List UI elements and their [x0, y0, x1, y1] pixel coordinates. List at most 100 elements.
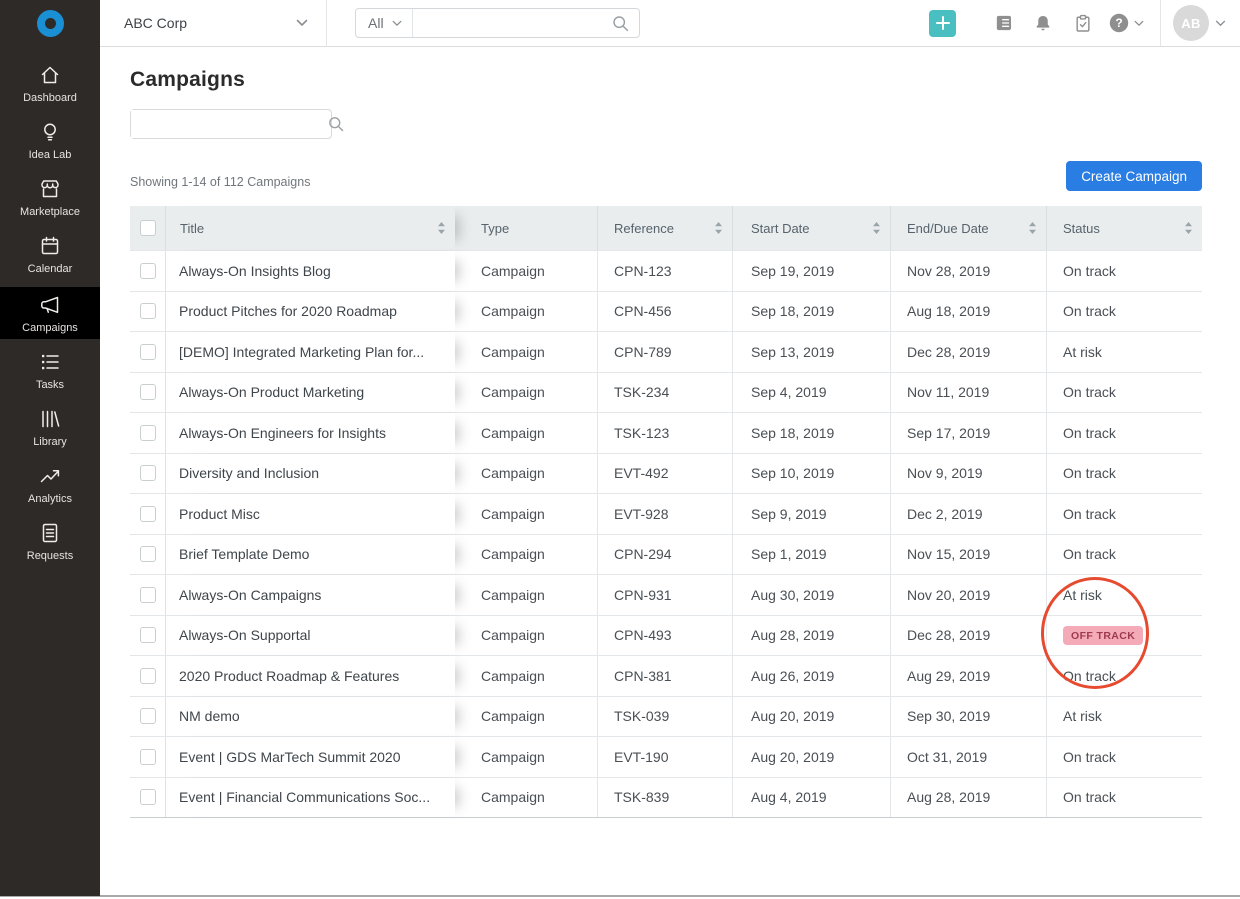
table-row[interactable]: Product MiscCampaignEVT-928Sep 9, 2019De…	[130, 493, 1202, 534]
main-content: Campaigns Showing 1-14 of 112 Campaigns …	[100, 48, 1240, 818]
reference-cell: EVT-492	[597, 454, 732, 494]
app-logo[interactable]	[0, 0, 100, 47]
row-checkbox[interactable]	[140, 708, 156, 724]
start-date-cell: Aug 30, 2019	[732, 575, 890, 615]
sidebar-item-label: Marketplace	[20, 206, 80, 218]
table-row[interactable]: Event | Financial Communications Soc...C…	[130, 777, 1202, 818]
table-row[interactable]: Always-On SupportalCampaignCPN-493Aug 28…	[130, 615, 1202, 656]
table-row[interactable]: Brief Template DemoCampaignCPN-294Sep 1,…	[130, 534, 1202, 575]
org-switcher[interactable]: ABC Corp	[100, 0, 327, 47]
row-checkbox[interactable]	[140, 587, 156, 603]
sidebar-item-calendar[interactable]: Calendar	[0, 230, 100, 278]
sidebar-item-marketplace[interactable]: Marketplace	[0, 173, 100, 221]
row-checkbox[interactable]	[140, 668, 156, 684]
reference-cell: EVT-190	[597, 737, 732, 777]
row-checkbox[interactable]	[140, 384, 156, 400]
title-cell: Event | Financial Communications Soc...	[166, 778, 455, 818]
sidebar-item-label: Dashboard	[23, 92, 77, 104]
table-row[interactable]: 2020 Product Roadmap & FeaturesCampaignC…	[130, 655, 1202, 696]
sidebar-item-idealab[interactable]: Idea Lab	[0, 116, 100, 164]
help-menu[interactable]: ?	[1103, 0, 1160, 46]
org-name: ABC Corp	[124, 15, 296, 31]
global-search-input[interactable]	[413, 9, 611, 37]
column-header-ref[interactable]: Reference	[597, 206, 732, 250]
type-cell: Campaign	[455, 413, 597, 453]
table-row[interactable]: [DEMO] Integrated Marketing Plan for...C…	[130, 331, 1202, 372]
type-cell: Campaign	[455, 575, 597, 615]
sidebar-item-tasks[interactable]: Tasks	[0, 346, 100, 394]
search-icon[interactable]	[327, 115, 354, 133]
table-row[interactable]: Event | GDS MarTech Summit 2020CampaignE…	[130, 736, 1202, 777]
row-select-cell	[130, 494, 166, 534]
start-date-cell: Sep 19, 2019	[732, 251, 890, 291]
user-menu[interactable]: AB	[1160, 0, 1240, 46]
column-header-end[interactable]: End/Due Date	[890, 206, 1046, 250]
row-checkbox[interactable]	[140, 303, 156, 319]
title-cell: [DEMO] Integrated Marketing Plan for...	[166, 332, 455, 372]
document-icon	[38, 521, 62, 545]
status-cell: On track	[1046, 373, 1202, 413]
brand-ring-icon	[37, 10, 64, 37]
storefront-icon	[38, 177, 62, 201]
status-cell: OFF TRACK	[1046, 616, 1202, 656]
campaigns-table: Title TypeReferenceStart DateEnd/Due Date…	[130, 206, 1202, 818]
topbar: ABC Corp All	[100, 0, 1240, 47]
row-checkbox[interactable]	[140, 749, 156, 765]
title-cell: Product Pitches for 2020 Roadmap	[166, 292, 455, 332]
sidebar-item-campaigns[interactable]: Campaigns	[0, 287, 100, 339]
start-date-cell: Aug 4, 2019	[732, 778, 890, 818]
chevron-down-icon	[296, 19, 308, 27]
title-cell: Event | GDS MarTech Summit 2020	[166, 737, 455, 777]
tasks-clipboard-icon[interactable]	[1063, 0, 1103, 47]
row-select-cell	[130, 413, 166, 453]
campaign-search-input[interactable]	[131, 110, 327, 138]
table-row[interactable]: Always-On Engineers for InsightsCampaign…	[130, 412, 1202, 453]
end-date-cell: Sep 30, 2019	[890, 697, 1046, 737]
row-checkbox[interactable]	[140, 425, 156, 441]
table-row[interactable]: NM demoCampaignTSK-039Aug 20, 2019Sep 30…	[130, 696, 1202, 737]
end-date-cell: Dec 28, 2019	[890, 332, 1046, 372]
status-cell: On track	[1046, 413, 1202, 453]
sidebar-item-library[interactable]: Library	[0, 403, 100, 451]
status-cell: On track	[1046, 292, 1202, 332]
column-header-status[interactable]: Status	[1046, 206, 1202, 250]
create-campaign-button[interactable]: Create Campaign	[1066, 161, 1202, 191]
row-checkbox[interactable]	[140, 506, 156, 522]
row-select-cell	[130, 656, 166, 696]
start-date-cell: Sep 1, 2019	[732, 535, 890, 575]
type-cell: Campaign	[455, 535, 597, 575]
sidebar-item-analytics[interactable]: Analytics	[0, 460, 100, 508]
sort-icon	[1028, 221, 1037, 235]
row-select-cell	[130, 251, 166, 291]
table-row[interactable]: Always-On Product MarketingCampaignTSK-2…	[130, 372, 1202, 413]
select-all-checkbox[interactable]	[140, 220, 156, 236]
notifications-bell-icon[interactable]	[1023, 0, 1063, 47]
row-checkbox[interactable]	[140, 627, 156, 643]
sidebar-item-requests[interactable]: Requests	[0, 517, 100, 565]
row-checkbox[interactable]	[140, 789, 156, 805]
column-header-title[interactable]: Title	[166, 206, 455, 250]
column-header-label: Title	[180, 221, 204, 236]
reference-cell: TSK-839	[597, 778, 732, 818]
sidebar-item-dashboard[interactable]: Dashboard	[0, 59, 100, 107]
table-row[interactable]: Always-On CampaignsCampaignCPN-931Aug 30…	[130, 574, 1202, 615]
status-cell: At risk	[1046, 332, 1202, 372]
search-scope-dropdown[interactable]: All	[356, 9, 413, 37]
status-cell: On track	[1046, 251, 1202, 291]
table-row[interactable]: Diversity and InclusionCampaignEVT-492Se…	[130, 453, 1202, 494]
column-header-start[interactable]: Start Date	[732, 206, 890, 250]
reference-cell: CPN-381	[597, 656, 732, 696]
search-icon[interactable]	[611, 14, 639, 33]
start-date-cell: Aug 28, 2019	[732, 616, 890, 656]
table-row[interactable]: Always-On Insights BlogCampaignCPN-123Se…	[130, 250, 1202, 291]
row-checkbox[interactable]	[140, 344, 156, 360]
row-checkbox[interactable]	[140, 263, 156, 279]
end-date-cell: Dec 2, 2019	[890, 494, 1046, 534]
row-checkbox[interactable]	[140, 465, 156, 481]
row-checkbox[interactable]	[140, 546, 156, 562]
column-header-type: Type	[455, 206, 597, 250]
activity-log-icon[interactable]	[983, 0, 1023, 47]
sidebar-item-label: Library	[33, 436, 67, 448]
table-row[interactable]: Product Pitches for 2020 RoadmapCampaign…	[130, 291, 1202, 332]
create-plus-button[interactable]	[929, 10, 956, 37]
